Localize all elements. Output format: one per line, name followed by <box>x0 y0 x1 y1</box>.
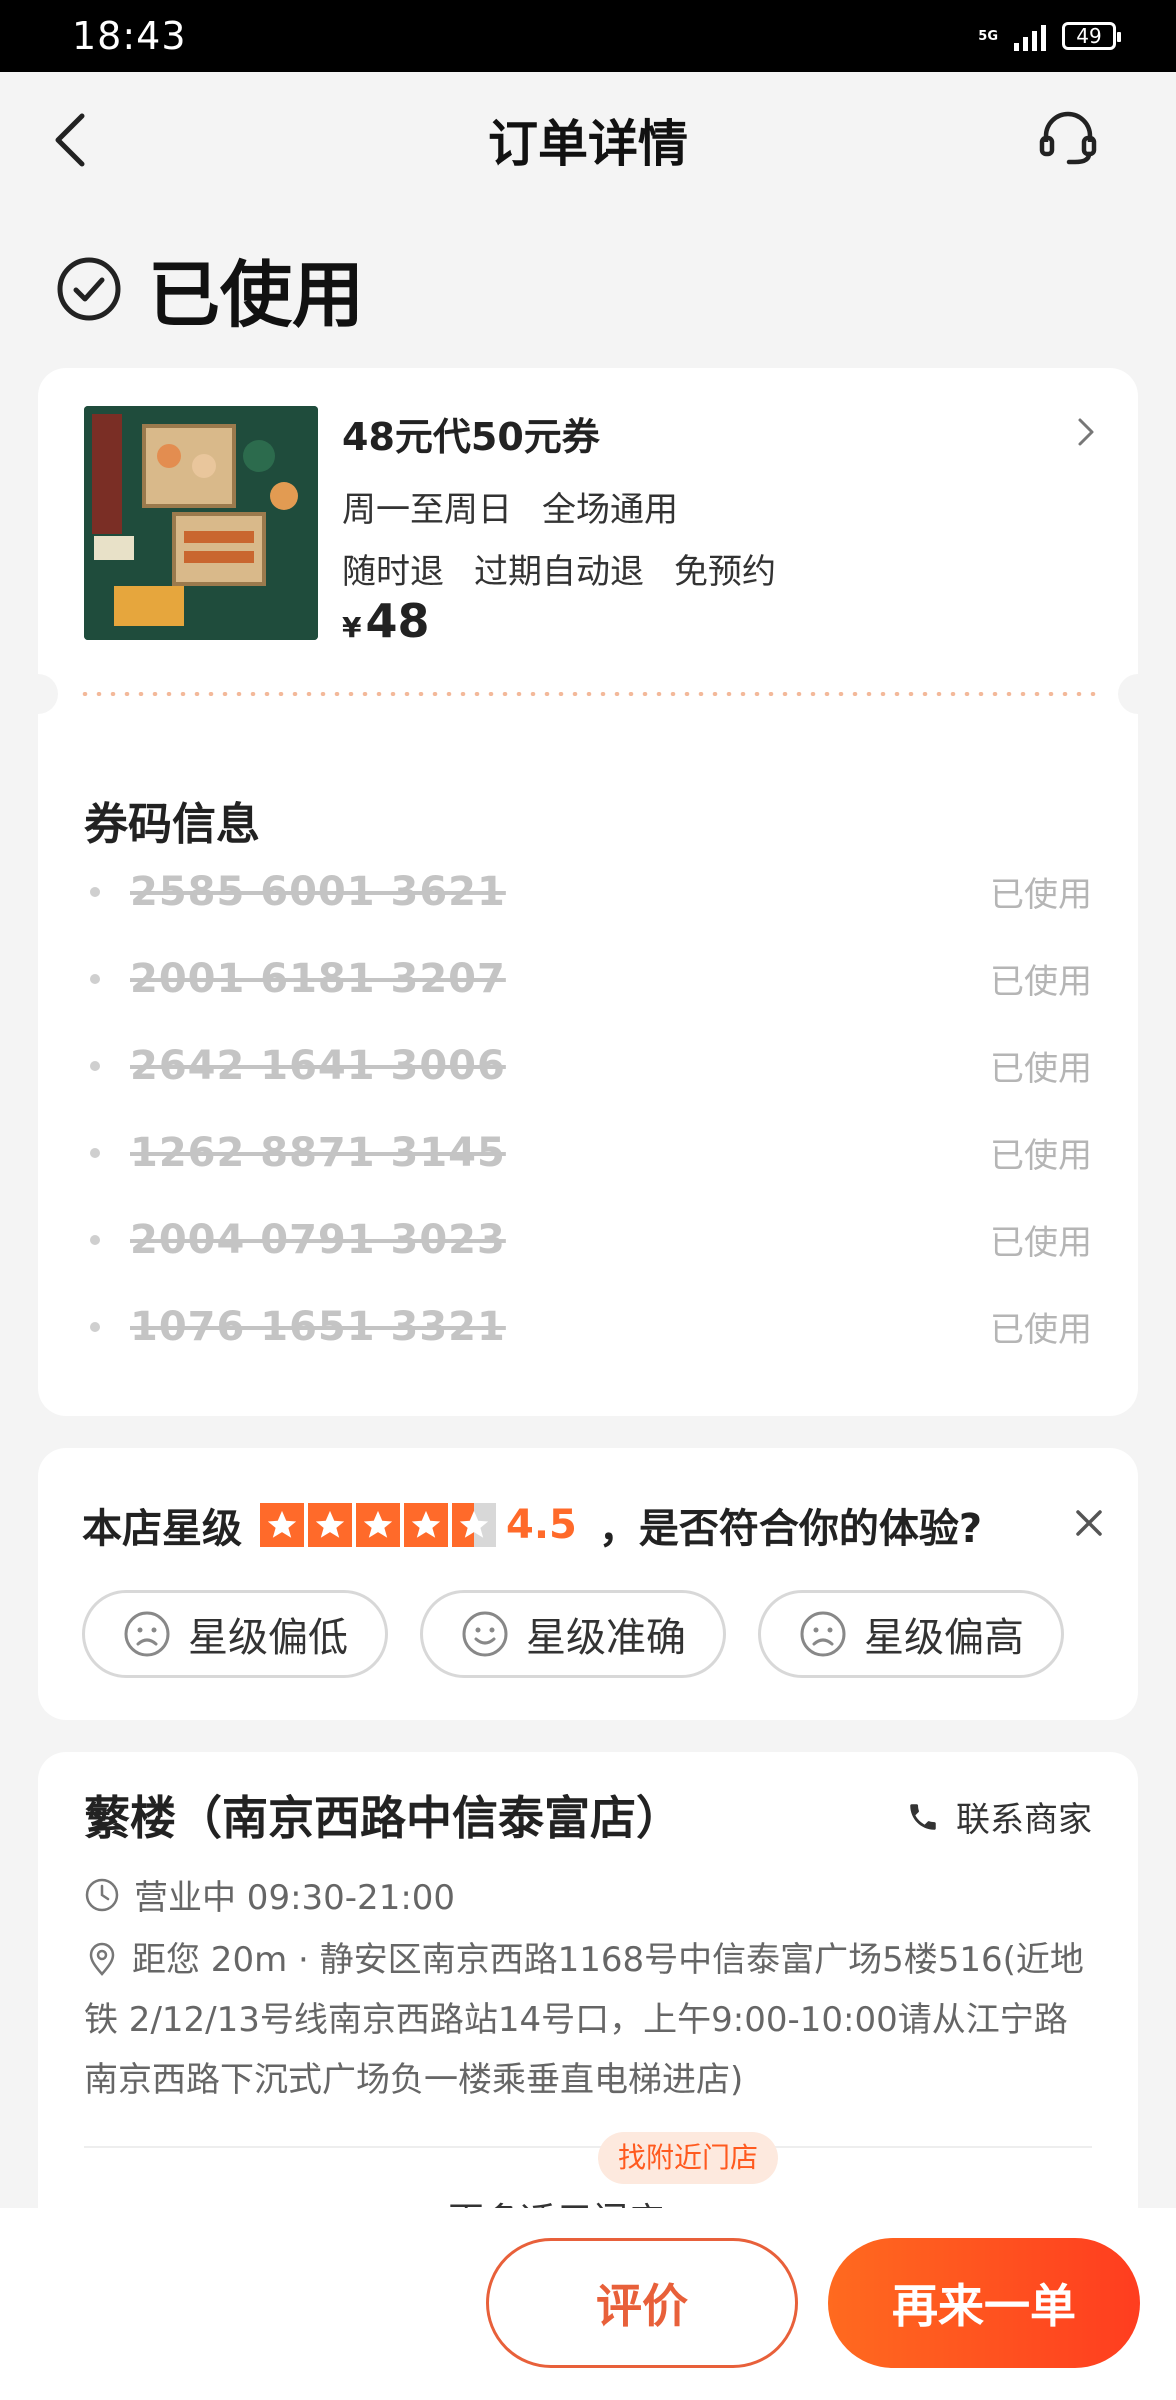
clock-icon <box>85 1878 119 1911</box>
address-text: 距您 20m · 静安区南京西路1168号中信泰富广场5楼516(近地铁 2/1… <box>84 1940 1084 2100</box>
status-bar: 18:43 5G 49 <box>0 0 1176 72</box>
deal-tags-policy: 随时退 过期自动退 免预约 <box>342 544 806 593</box>
rating-accurate-button[interactable]: 星级准确 <box>420 1590 726 1678</box>
sad-face-icon <box>800 1611 846 1657</box>
bullet-dot <box>90 886 100 897</box>
rating-line: 本店星级 4.5 ，是否符合你的体验? <box>82 1496 982 1554</box>
rating-score: 4.5 <box>506 1502 577 1548</box>
bullet-dot <box>90 1234 100 1245</box>
bullet-dot <box>90 1147 100 1158</box>
rating-question: ，是否符合你的体验? <box>598 1506 983 1552</box>
coupon-code: 2585 6001 3621 <box>130 868 506 915</box>
deal-thumbnail[interactable] <box>84 406 318 640</box>
rating-feedback-card: 本店星级 4.5 ，是否符合你的体验? 星级偏低 星级准确 星级偏高 <box>38 1448 1138 1720</box>
deal-price: ¥48 <box>342 594 430 648</box>
star-rating <box>260 1503 496 1547</box>
coupon-code-status: 已使用 <box>990 1310 1092 1350</box>
close-icon[interactable] <box>1074 1508 1104 1538</box>
smile-face-icon <box>462 1611 508 1657</box>
star-icon <box>308 1503 352 1547</box>
shop-card: 蘩楼（南京西路中信泰富店） 联系商家 营业中 09:30-21:00 距您 20… <box>38 1752 1138 2242</box>
rating-option-label: 星级偏低 <box>188 1615 348 1661</box>
deal-tag: 免预约 <box>674 552 776 592</box>
rating-options: 星级偏低 星级准确 星级偏高 <box>82 1590 1064 1678</box>
coupon-code-row: 2585 6001 3621 已使用 <box>84 848 1092 935</box>
coupon-code-status: 已使用 <box>990 1049 1092 1089</box>
bullet-dot <box>90 1060 100 1071</box>
coupon-code: 1076 1651 3321 <box>130 1303 506 1350</box>
coupon-code: 2001 6181 3207 <box>130 955 506 1002</box>
coupon-code: 1262 8871 3145 <box>130 1129 506 1176</box>
coupon-code-list: 2585 6001 3621 已使用 2001 6181 3207 已使用 26… <box>84 848 1092 1370</box>
find-nearby-stores-tag[interactable]: 找附近门店 <box>598 2132 779 2184</box>
contact-label: 联系商家 <box>956 1800 1092 1840</box>
phone-icon <box>910 1803 936 1830</box>
rating-label: 本店星级 <box>82 1506 242 1552</box>
codes-section-title: 券码信息 <box>84 799 260 850</box>
coupon-code: 2642 1641 3006 <box>130 1042 506 1089</box>
check-circle-icon <box>57 257 121 320</box>
business-hours: 营业中 09:30-21:00 <box>84 1870 455 1919</box>
contact-merchant-button[interactable]: 联系商家 <box>906 1792 1092 1841</box>
network-type: 5G <box>978 28 998 44</box>
ticket-notch-right <box>1118 674 1158 714</box>
deal-tag: 过期自动退 <box>474 552 644 592</box>
coupon-code-row: 1262 8871 3145 已使用 <box>84 1109 1092 1196</box>
nav-bar: 订单详情 <box>0 72 1176 208</box>
deal-tag: 随时退 <box>342 552 444 592</box>
chevron-right-icon[interactable] <box>1074 412 1098 452</box>
rating-option-label: 星级准确 <box>526 1615 686 1661</box>
coupon-code-row: 2001 6181 3207 已使用 <box>84 935 1092 1022</box>
bullet-dot <box>90 973 100 984</box>
order-status: 已使用 <box>56 236 364 341</box>
star-icon <box>356 1503 400 1547</box>
rating-option-label: 星级偏高 <box>864 1615 1024 1661</box>
reorder-button[interactable]: 再来一单 <box>828 2238 1140 2368</box>
status-time: 18:43 <box>72 14 187 58</box>
back-arrow-icon[interactable] <box>44 108 104 172</box>
coupon-code-row: 2004 0791 3023 已使用 <box>84 1196 1092 1283</box>
customer-service-icon[interactable] <box>1036 106 1100 170</box>
deal-tags-usage: 周一至周日 全场通用 <box>342 482 708 531</box>
signal-icon <box>1014 21 1046 51</box>
rating-too-high-button[interactable]: 星级偏高 <box>758 1590 1064 1678</box>
deal-tag: 全场通用 <box>542 490 678 530</box>
sad-face-icon <box>124 1611 170 1657</box>
divider <box>84 2146 1092 2148</box>
coupon-code-row: 1076 1651 3321 已使用 <box>84 1283 1092 1370</box>
star-icon <box>404 1503 448 1547</box>
bullet-dot <box>90 1321 100 1332</box>
rating-too-low-button[interactable]: 星级偏低 <box>82 1590 388 1678</box>
coupon-code-status: 已使用 <box>990 962 1092 1002</box>
coupon-code: 2004 0791 3023 <box>130 1216 506 1263</box>
half-star-icon <box>452 1503 496 1547</box>
deal-card: 48元代50元券 周一至周日 全场通用 随时退 过期自动退 免预约 ¥48 券码信息 … <box>18 368 1158 1416</box>
deal-title[interactable]: 48元代50元券 <box>342 406 600 461</box>
shop-name[interactable]: 蘩楼（南京西路中信泰富店） <box>84 1782 682 1848</box>
deal-tag: 周一至周日 <box>342 490 512 530</box>
dim-sum-image <box>84 406 318 640</box>
ticket-notch-left <box>18 674 58 714</box>
location-pin-icon <box>89 1942 115 1976</box>
bottom-action-bar: 评价 再来一单 <box>0 2208 1176 2400</box>
coupon-code-row: 2642 1641 3006 已使用 <box>84 1022 1092 1109</box>
status-indicators: 5G 49 <box>978 21 1121 51</box>
coupon-code-status: 已使用 <box>990 1136 1092 1176</box>
coupon-code-status: 已使用 <box>990 875 1092 915</box>
page-title: 订单详情 <box>488 115 688 173</box>
star-icon <box>260 1503 304 1547</box>
review-button[interactable]: 评价 <box>486 2238 798 2368</box>
price-value: 48 <box>365 594 430 648</box>
dotted-divider <box>78 692 1098 696</box>
order-status-text: 已使用 <box>148 253 365 337</box>
coupon-code-status: 已使用 <box>990 1223 1092 1263</box>
shop-address[interactable]: 距您 20m · 静安区南京西路1168号中信泰富广场5楼516(近地铁 2/1… <box>84 1930 1094 2110</box>
battery-icon: 49 <box>1062 22 1121 50</box>
currency-symbol: ¥ <box>342 611 362 644</box>
hours-text: 营业中 09:30-21:00 <box>134 1878 456 1918</box>
